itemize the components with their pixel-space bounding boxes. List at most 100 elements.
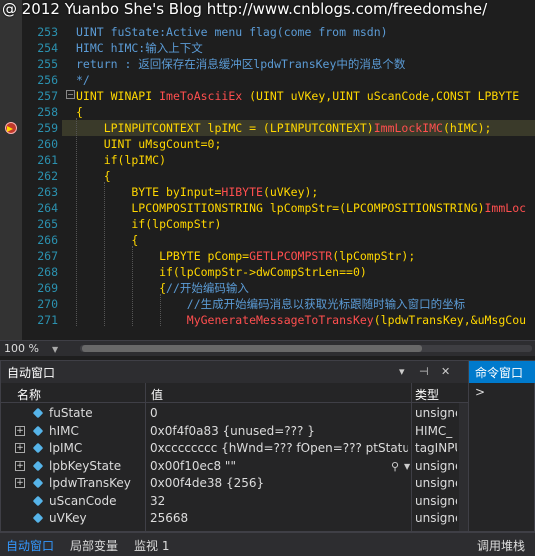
command-prompt[interactable]: > (475, 385, 485, 399)
collapse-toggle-icon[interactable]: − (66, 90, 75, 99)
line-number: 257 (37, 89, 58, 103)
code-line[interactable]: if(lpIMC) (76, 152, 166, 168)
variable-value[interactable]: 0xcccccccc {hWnd=??? fOpen=??? ptStatusW… (150, 441, 408, 456)
line-number: 261 (37, 153, 58, 167)
column-header-type[interactable]: 类型 (415, 386, 439, 403)
zoom-level[interactable]: 100 % (4, 341, 39, 356)
code-token: return : 返回保存在消息缓冲区lpdwTransKey中的消息个数 (76, 57, 406, 71)
pin-icon[interactable]: ⊣ (419, 365, 429, 378)
column-header-value[interactable]: 值 (151, 386, 163, 403)
code-line[interactable]: MyGenerateMessageToTransKey(lpdwTransKey… (76, 312, 526, 328)
text-visualizer-icon[interactable]: ⚲ (391, 460, 399, 473)
code-token: if(lpCompStr) (76, 217, 222, 231)
code-editor[interactable]: 253 254 255 256 257 258 259 260 261 262 263 264 265 2… (0, 0, 535, 340)
code-token: LPCOMPOSITIONSTRING lpCompStr=(LPCOMPOSI… (76, 201, 485, 215)
breakpoint-gutter[interactable] (0, 0, 22, 340)
indent-guide (76, 118, 77, 326)
line-number: 271 (37, 313, 58, 327)
tab-watch[interactable]: 监视 1 (134, 537, 169, 554)
editor-status-bar: 100 % ▼ (0, 340, 535, 356)
autos-row[interactable]: + lpbKeyState 0x00f10ec8 "" unsigne ⚲ ▼ (1, 458, 469, 475)
line-number: 258 (37, 105, 58, 119)
variable-type: unsigne (415, 476, 457, 490)
code-token: //生成开始编码消息以获取光标跟随时输入窗口的坐标 (76, 297, 466, 311)
code-line[interactable]: //生成开始编码消息以获取光标跟随时输入窗口的坐标 (76, 296, 465, 312)
code-token: ImmLoc (484, 201, 527, 215)
autos-row[interactable]: + hIMC 0x0f4f0a83 {unused=??? } HIMC_ (1, 423, 469, 440)
line-number: 260 (37, 137, 58, 151)
expand-icon[interactable]: + (15, 443, 25, 453)
code-token: */ (76, 73, 90, 87)
code-token: (lpCompStr); (332, 249, 416, 263)
autos-row[interactable]: + lpIMC 0xcccccccc {hWnd=??? fOpen=??? ptS… (1, 440, 469, 457)
variable-value[interactable]: 25668 (150, 511, 408, 526)
code-token: UINT WINAPI (76, 89, 160, 103)
line-number: 254 (37, 41, 58, 55)
code-line[interactable]: */ (76, 72, 90, 88)
variable-icon (32, 477, 44, 489)
visualizer-dropdown-icon[interactable]: ▼ (404, 462, 410, 471)
autos-row[interactable]: + lpdwTransKey 0x00f4de38 {256} unsigne (1, 475, 469, 492)
code-line[interactable]: HIMC hIMC:输入上下文 (76, 40, 203, 56)
variable-value[interactable]: 0 (150, 406, 408, 421)
code-line[interactable]: UINT WINAPI ImeToAsciiEx (UINT uVKey,UIN… (76, 88, 519, 104)
variable-value[interactable]: 0x00f10ec8 "" (150, 459, 408, 474)
line-number: 256 (37, 73, 58, 87)
scrollbar-thumb[interactable] (82, 345, 422, 352)
code-line[interactable]: UINT uMsgCount=0; (76, 136, 222, 152)
horizontal-scrollbar[interactable] (80, 345, 532, 352)
autos-row[interactable]: uScanCode 32 unsigne (1, 493, 469, 510)
code-line[interactable]: if(lpCompStr) (76, 216, 221, 232)
code-token: HIMC hIMC:输入上下文 (76, 41, 203, 55)
code-token: (lpdwTransKey,&uMsgCou (373, 313, 527, 327)
code-token: { (76, 105, 83, 119)
dropdown-icon[interactable]: ▾ (399, 365, 405, 378)
code-token: BYTE byInput= (76, 185, 222, 199)
column-header-name[interactable]: 名称 (17, 386, 41, 403)
variable-value[interactable]: 0x0f4f0a83 {unused=??? } (150, 424, 408, 439)
code-line[interactable]: { (76, 232, 138, 248)
code-line[interactable]: if(lpCompStr->dwCompStrLen==0) (76, 264, 367, 280)
code-line[interactable]: LPINPUTCONTEXT lpIMC = (LPINPUTCONTEXT)I… (76, 120, 492, 136)
code-line[interactable]: { (76, 168, 111, 184)
variable-icon (32, 495, 44, 506)
expand-icon[interactable]: + (15, 478, 25, 488)
tab-autos[interactable]: 自动窗口 (6, 537, 54, 554)
line-number: 262 (37, 169, 58, 183)
code-token: if(lpIMC) (76, 153, 167, 167)
line-number: 266 (37, 233, 58, 247)
code-line[interactable]: UINT fuState:Active menu flag(come from … (76, 24, 388, 40)
close-icon[interactable]: ✕ (441, 365, 450, 378)
code-line[interactable]: return : 返回保存在消息缓冲区lpdwTransKey中的消息个数 (76, 56, 405, 72)
expand-icon[interactable]: + (15, 425, 25, 436)
code-line[interactable]: { (76, 104, 83, 120)
code-token: { (76, 233, 139, 247)
bottom-tab-bar: 自动窗口 局部变量 监视 1 调用堆栈 (0, 532, 535, 556)
command-window: 命令窗口 > (468, 360, 535, 532)
line-number: 255 (37, 57, 58, 71)
code-line[interactable]: LPBYTE pComp=GETLPCOMPSTR(lpCompStr); (76, 248, 415, 264)
code-token: MyGenerateMessageToTransKey (76, 313, 374, 327)
vertical-scrollbar[interactable] (459, 403, 468, 531)
autos-row[interactable]: uVKey 25668 unsigne (1, 510, 469, 527)
code-line[interactable]: BYTE byInput=HIBYTE(uVKey); (76, 184, 318, 200)
code-area[interactable]: UINT fuState:Active menu flag(come from … (62, 0, 535, 340)
code-token: LPINPUTCONTEXT lpIMC = (LPINPUTCONTEXT) (76, 121, 374, 135)
code-token: UINT uMsgCount=0; (76, 137, 222, 151)
variable-value[interactable]: 0x00f4de38 {256} (150, 476, 408, 491)
variable-value[interactable]: 32 (150, 494, 408, 509)
code-line[interactable]: {//开始编码输入 (76, 280, 249, 296)
autos-row[interactable]: fuState 0 unsigne (1, 405, 469, 422)
line-number: 269 (37, 281, 58, 295)
variable-icon (32, 512, 44, 524)
tab-locals[interactable]: 局部变量 (70, 537, 118, 554)
expand-icon[interactable]: + (15, 460, 25, 471)
line-number: 253 (37, 25, 58, 39)
watermark: @ 2012 Yuanbo She's Blog http://www.cnbl… (2, 0, 488, 18)
variable-icon (32, 442, 44, 454)
indent-guide (160, 294, 161, 326)
variable-type: unsigne (415, 406, 457, 420)
tab-callstack[interactable]: 调用堆栈 (477, 537, 525, 554)
code-line[interactable]: LPCOMPOSITIONSTRING lpCompStr=(LPCOMPOSI… (76, 200, 526, 216)
zoom-dropdown-icon[interactable]: ▼ (52, 345, 58, 354)
